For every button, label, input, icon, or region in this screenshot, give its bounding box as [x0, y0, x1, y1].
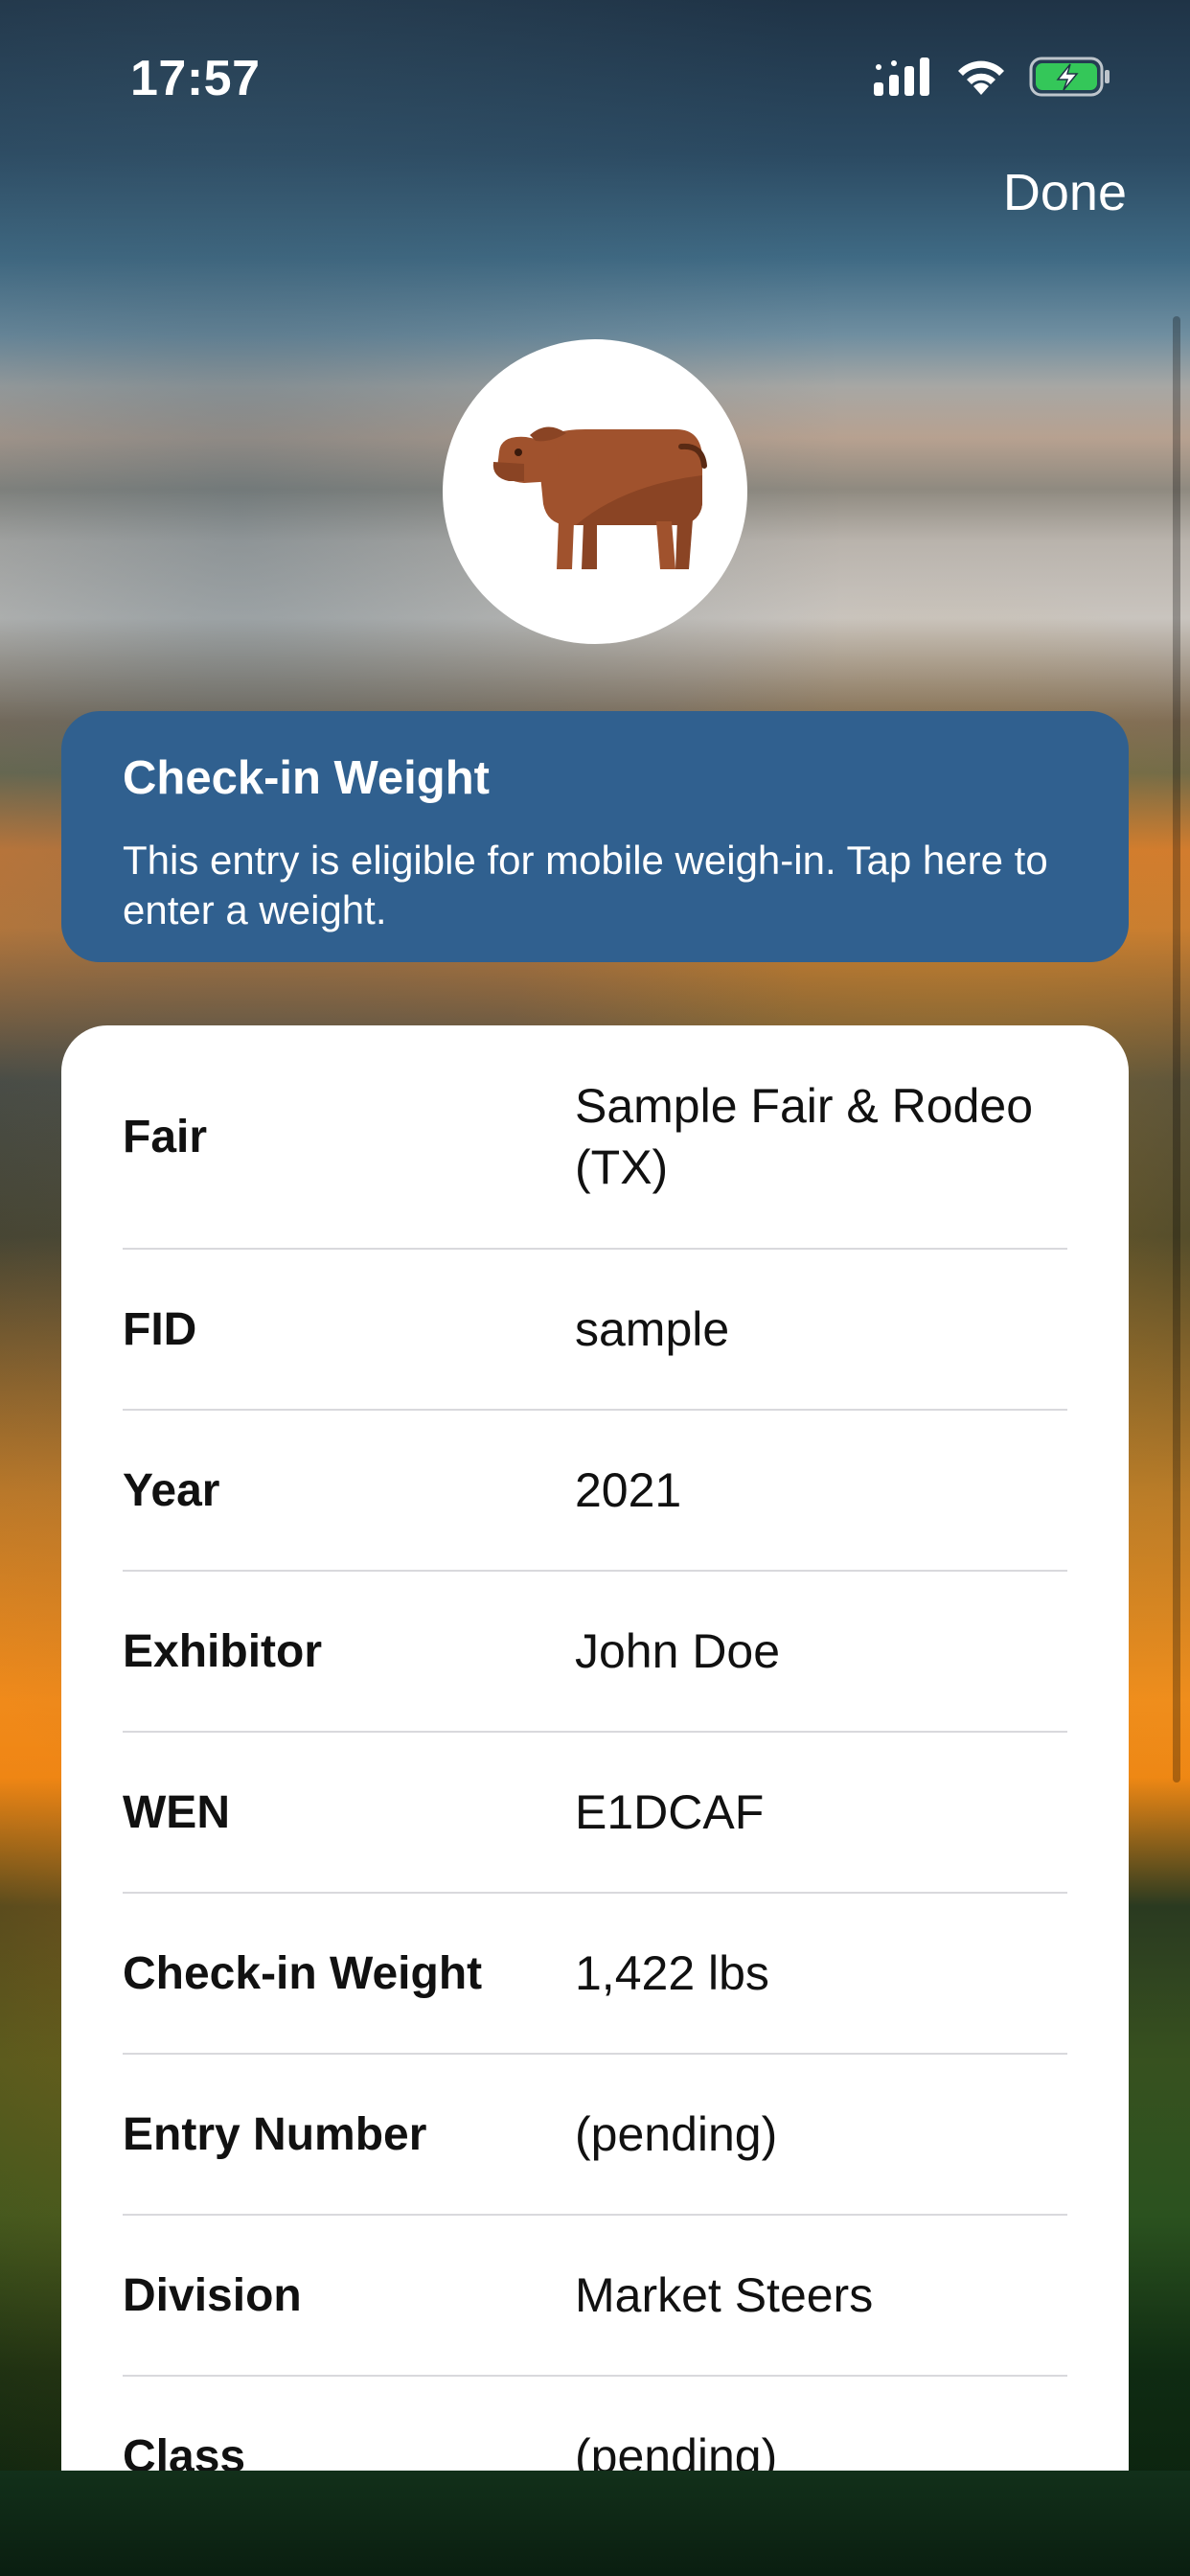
- detail-label: Exhibitor: [123, 1625, 323, 1677]
- status-time: 17:57: [130, 51, 261, 106]
- detail-value: E1DCAF: [575, 1785, 765, 1839]
- cow-icon: [480, 408, 710, 576]
- detail-label: Check-in Weight: [123, 1947, 483, 1999]
- detail-label: FID: [123, 1303, 197, 1355]
- wifi-icon: [954, 57, 1008, 102]
- detail-value: (pending): [575, 2429, 778, 2471]
- entry-details-card: Fair Sample Fair & Rodeo (TX) FID sample…: [61, 1025, 1129, 2471]
- detail-label: WEN: [123, 1786, 230, 1838]
- detail-value: Market Steers: [575, 2268, 874, 2322]
- detail-label: Fair: [123, 1111, 208, 1162]
- detail-row-year: Year 2021: [123, 1411, 1067, 1572]
- detail-value: Sample Fair & Rodeo (TX): [575, 1079, 1034, 1194]
- detail-row-check-in-weight: Check-in Weight 1,422 lbs: [123, 1894, 1067, 2055]
- detail-row-class: Class (pending): [123, 2377, 1067, 2471]
- detail-row-entry-number: Entry Number (pending): [123, 2055, 1067, 2216]
- detail-row-fair: Fair Sample Fair & Rodeo (TX): [123, 1025, 1067, 1250]
- detail-label: Division: [123, 2269, 302, 2321]
- detail-value: 2021: [575, 1463, 682, 1517]
- detail-value: (pending): [575, 2107, 778, 2161]
- banner-description: This entry is eligible for mobile weigh-…: [123, 838, 1048, 932]
- check-in-weight-banner[interactable]: Check-in Weight This entry is eligible f…: [61, 711, 1129, 962]
- detail-label: Year: [123, 1464, 220, 1516]
- animal-avatar: [443, 339, 747, 644]
- detail-row-wen: WEN E1DCAF: [123, 1733, 1067, 1894]
- detail-row-division: Division Market Steers: [123, 2216, 1067, 2377]
- battery-charging-icon: [1029, 56, 1111, 103]
- detail-value: 1,422 lbs: [575, 1946, 769, 2000]
- scroll-indicator[interactable]: [1173, 316, 1180, 1782]
- detail-value: John Doe: [575, 1624, 781, 1678]
- status-bar: 17:57: [0, 0, 1190, 153]
- detail-label: Class: [123, 2430, 246, 2472]
- done-button[interactable]: Done: [1003, 163, 1127, 222]
- bottom-background: [0, 2471, 1190, 2576]
- cellular-signal-icon: [872, 56, 933, 103]
- detail-label: Entry Number: [123, 2108, 427, 2160]
- status-icons: [872, 54, 1111, 104]
- banner-title: Check-in Weight: [123, 752, 490, 804]
- detail-row-fid: FID sample: [123, 1250, 1067, 1411]
- detail-row-exhibitor: Exhibitor John Doe: [123, 1572, 1067, 1733]
- detail-value: sample: [575, 1302, 730, 1356]
